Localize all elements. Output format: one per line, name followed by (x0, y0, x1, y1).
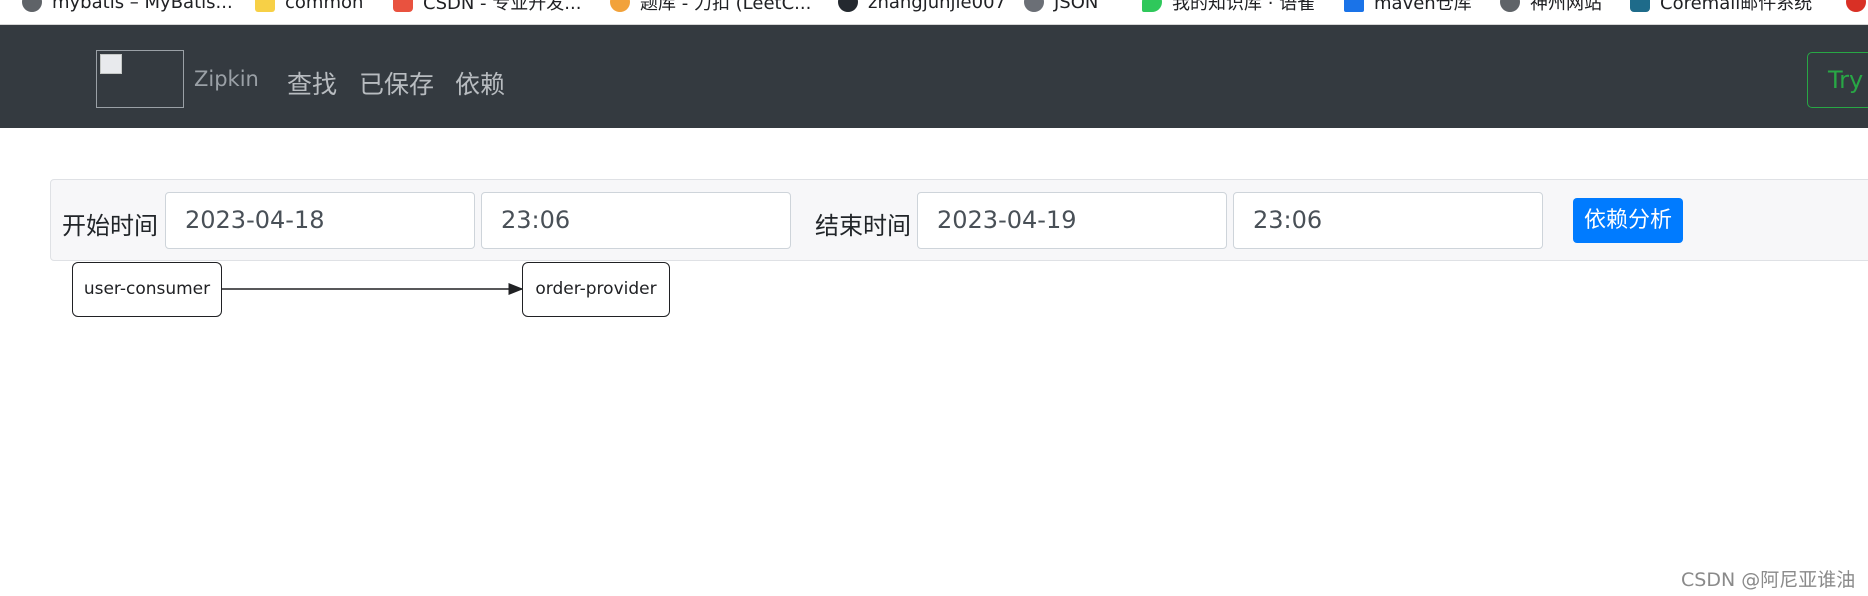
csdn-watermark: CSDN @阿尼亚谁油 (1681, 569, 1856, 591)
dependency-graph (222, 283, 524, 295)
graph-node-order-provider[interactable]: order-provider (522, 262, 670, 317)
graph-node-user-consumer[interactable]: user-consumer (72, 262, 222, 317)
